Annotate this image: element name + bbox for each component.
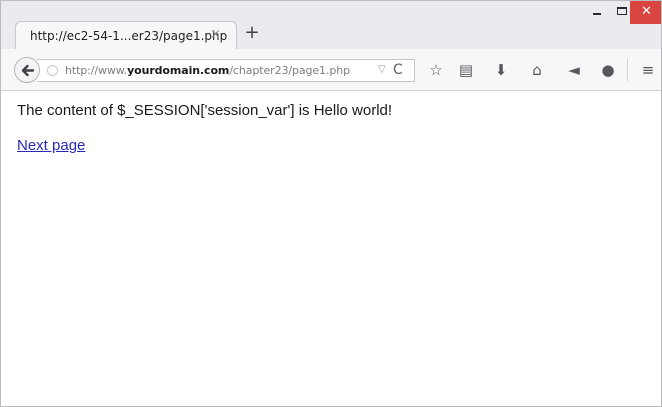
address-bar[interactable]: http://www.yourdomain.com/chapter23/page…: [37, 59, 415, 82]
browser-window: http://ec2-54-1...er23/page1.php × + ✕ h…: [0, 0, 662, 407]
reading-list-icon[interactable]: ▤: [456, 61, 476, 79]
toolbar-divider: [627, 59, 628, 81]
close-icon: ✕: [641, 4, 652, 19]
tab-title: http://ec2-54-1...er23/page1.php: [30, 29, 228, 43]
page-content: The content of $_SESSION['session_var'] …: [1, 92, 661, 406]
globe-icon: [47, 65, 58, 76]
send-icon[interactable]: ◄: [564, 61, 584, 79]
tab-close-icon[interactable]: ×: [210, 27, 221, 42]
back-button[interactable]: [14, 57, 40, 83]
chat-icon[interactable]: ●: [598, 61, 618, 79]
minimize-icon: [593, 13, 601, 15]
url-history-dropdown-icon[interactable]: ▽: [378, 64, 386, 75]
tab-page1[interactable]: http://ec2-54-1...er23/page1.php ×: [15, 21, 237, 50]
maximize-icon: [617, 7, 627, 15]
home-icon[interactable]: ⌂: [527, 61, 547, 79]
bookmark-star-icon[interactable]: ☆: [426, 61, 446, 79]
close-window-button[interactable]: ✕: [630, 1, 661, 24]
back-arrow-icon: [21, 64, 35, 77]
url-path: /chapter23/page1.php: [229, 64, 350, 77]
minimize-button[interactable]: [584, 1, 610, 24]
session-message: The content of $_SESSION['session_var'] …: [17, 102, 393, 119]
url-prefix: http://www.: [65, 64, 128, 77]
reload-icon[interactable]: C: [393, 62, 403, 78]
navigation-toolbar: http://www.yourdomain.com/chapter23/page…: [1, 49, 661, 91]
title-bar: http://ec2-54-1...er23/page1.php × + ✕: [1, 1, 661, 50]
next-page-link[interactable]: Next page: [17, 137, 85, 155]
download-icon[interactable]: ⬇: [491, 61, 511, 79]
url-text[interactable]: http://www.yourdomain.com/chapter23/page…: [65, 64, 350, 77]
new-tab-icon[interactable]: +: [242, 23, 262, 43]
url-domain: yourdomain.com: [127, 64, 230, 77]
menu-icon[interactable]: ≡: [638, 61, 658, 79]
